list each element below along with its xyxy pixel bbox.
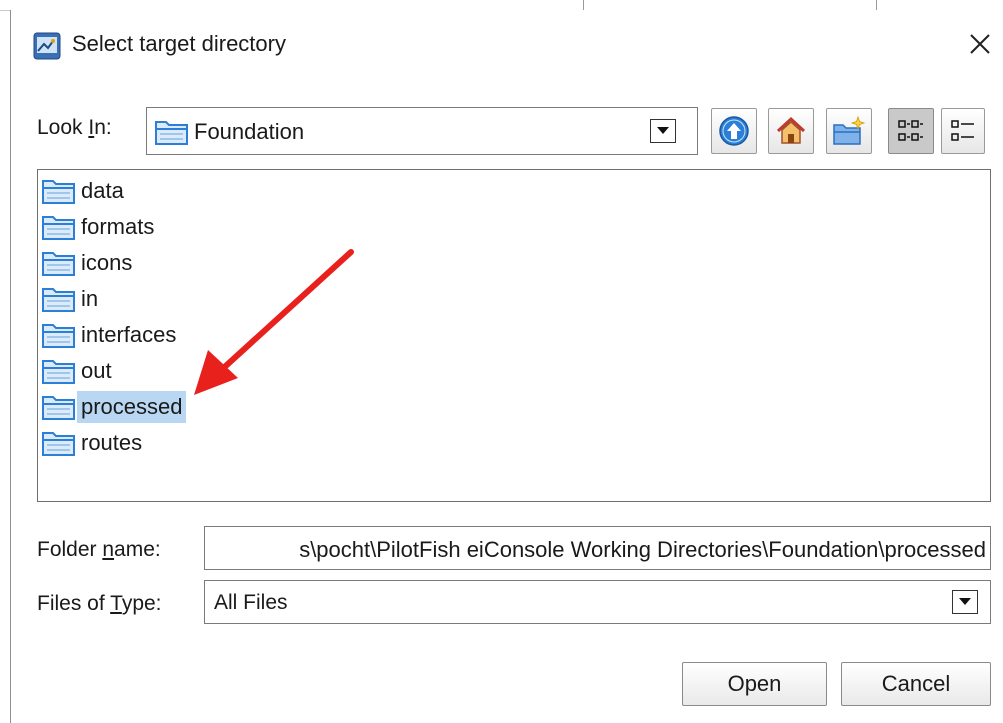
list-item-name: interfaces xyxy=(81,322,177,347)
folder-icon xyxy=(42,180,75,204)
look-in-label: Look In: xyxy=(37,116,112,139)
open-button[interactable]: Open xyxy=(682,662,827,706)
list-item[interactable]: data xyxy=(41,174,127,208)
list-item-name: routes xyxy=(81,430,143,455)
list-item[interactable]: in xyxy=(41,282,101,316)
close-icon xyxy=(970,34,990,54)
list-item[interactable]: processed xyxy=(41,390,186,424)
background-divider xyxy=(583,0,584,10)
files-of-type-dropdown-button[interactable] xyxy=(952,590,978,614)
dialog-title: Select target directory xyxy=(72,31,286,56)
list-item-name: processed xyxy=(77,391,186,423)
home-button[interactable] xyxy=(768,108,814,154)
files-of-type-value: All Files xyxy=(214,591,288,614)
select-directory-dialog: Select target directory Look In: Foundat… xyxy=(10,10,1003,723)
folder-icon xyxy=(42,252,75,276)
look-in-value: Foundation xyxy=(194,119,305,144)
title-bar: Select target directory xyxy=(11,10,1003,76)
folder-icon xyxy=(42,396,75,420)
app-icon xyxy=(33,32,61,60)
look-in-dropdown-button[interactable] xyxy=(650,119,676,143)
folder-name-label: Folder name: xyxy=(37,538,161,561)
look-in-combo[interactable]: Foundation xyxy=(146,107,698,155)
files-of-type-label: Files of Type: xyxy=(37,592,162,615)
annotation-arrow xyxy=(194,249,354,395)
list-view-icon xyxy=(898,120,923,141)
list-item[interactable]: formats xyxy=(41,210,157,244)
list-item-name: icons xyxy=(81,250,133,275)
list-item-name: formats xyxy=(81,214,155,239)
list-item-name: out xyxy=(81,358,112,383)
home-icon xyxy=(776,116,806,144)
folder-icon xyxy=(42,360,75,384)
folder-icon xyxy=(42,432,75,456)
background-divider xyxy=(876,0,877,10)
up-one-level-icon xyxy=(719,116,749,146)
files-of-type-combo[interactable]: All Files xyxy=(204,580,991,624)
folder-icon xyxy=(42,288,75,312)
list-item[interactable]: out xyxy=(41,354,115,388)
list-view-button[interactable] xyxy=(888,108,934,154)
new-folder-button[interactable] xyxy=(826,108,872,154)
file-list[interactable]: data formats icons in interfaces out processed… xyxy=(37,169,991,502)
list-item[interactable]: interfaces xyxy=(41,318,179,352)
folder-name-value: s\pocht\PilotFish eiConsole Working Dire… xyxy=(299,537,986,562)
list-item[interactable]: routes xyxy=(41,426,145,460)
folder-icon xyxy=(42,216,75,240)
list-item-name: in xyxy=(81,286,99,311)
chevron-down-icon xyxy=(959,598,971,605)
cancel-button[interactable]: Cancel xyxy=(841,662,991,706)
folder-name-input[interactable]: s\pocht\PilotFish eiConsole Working Dire… xyxy=(204,526,991,570)
up-one-level-button[interactable] xyxy=(711,108,757,154)
folder-icon xyxy=(42,324,75,348)
list-item-name: data xyxy=(81,178,124,203)
details-view-button[interactable] xyxy=(941,108,985,154)
chevron-down-icon xyxy=(657,127,669,134)
new-folder-icon xyxy=(833,115,866,145)
folder-icon xyxy=(155,121,188,145)
close-button[interactable] xyxy=(956,24,1003,64)
list-item[interactable]: icons xyxy=(41,246,135,280)
details-view-icon xyxy=(951,120,974,141)
